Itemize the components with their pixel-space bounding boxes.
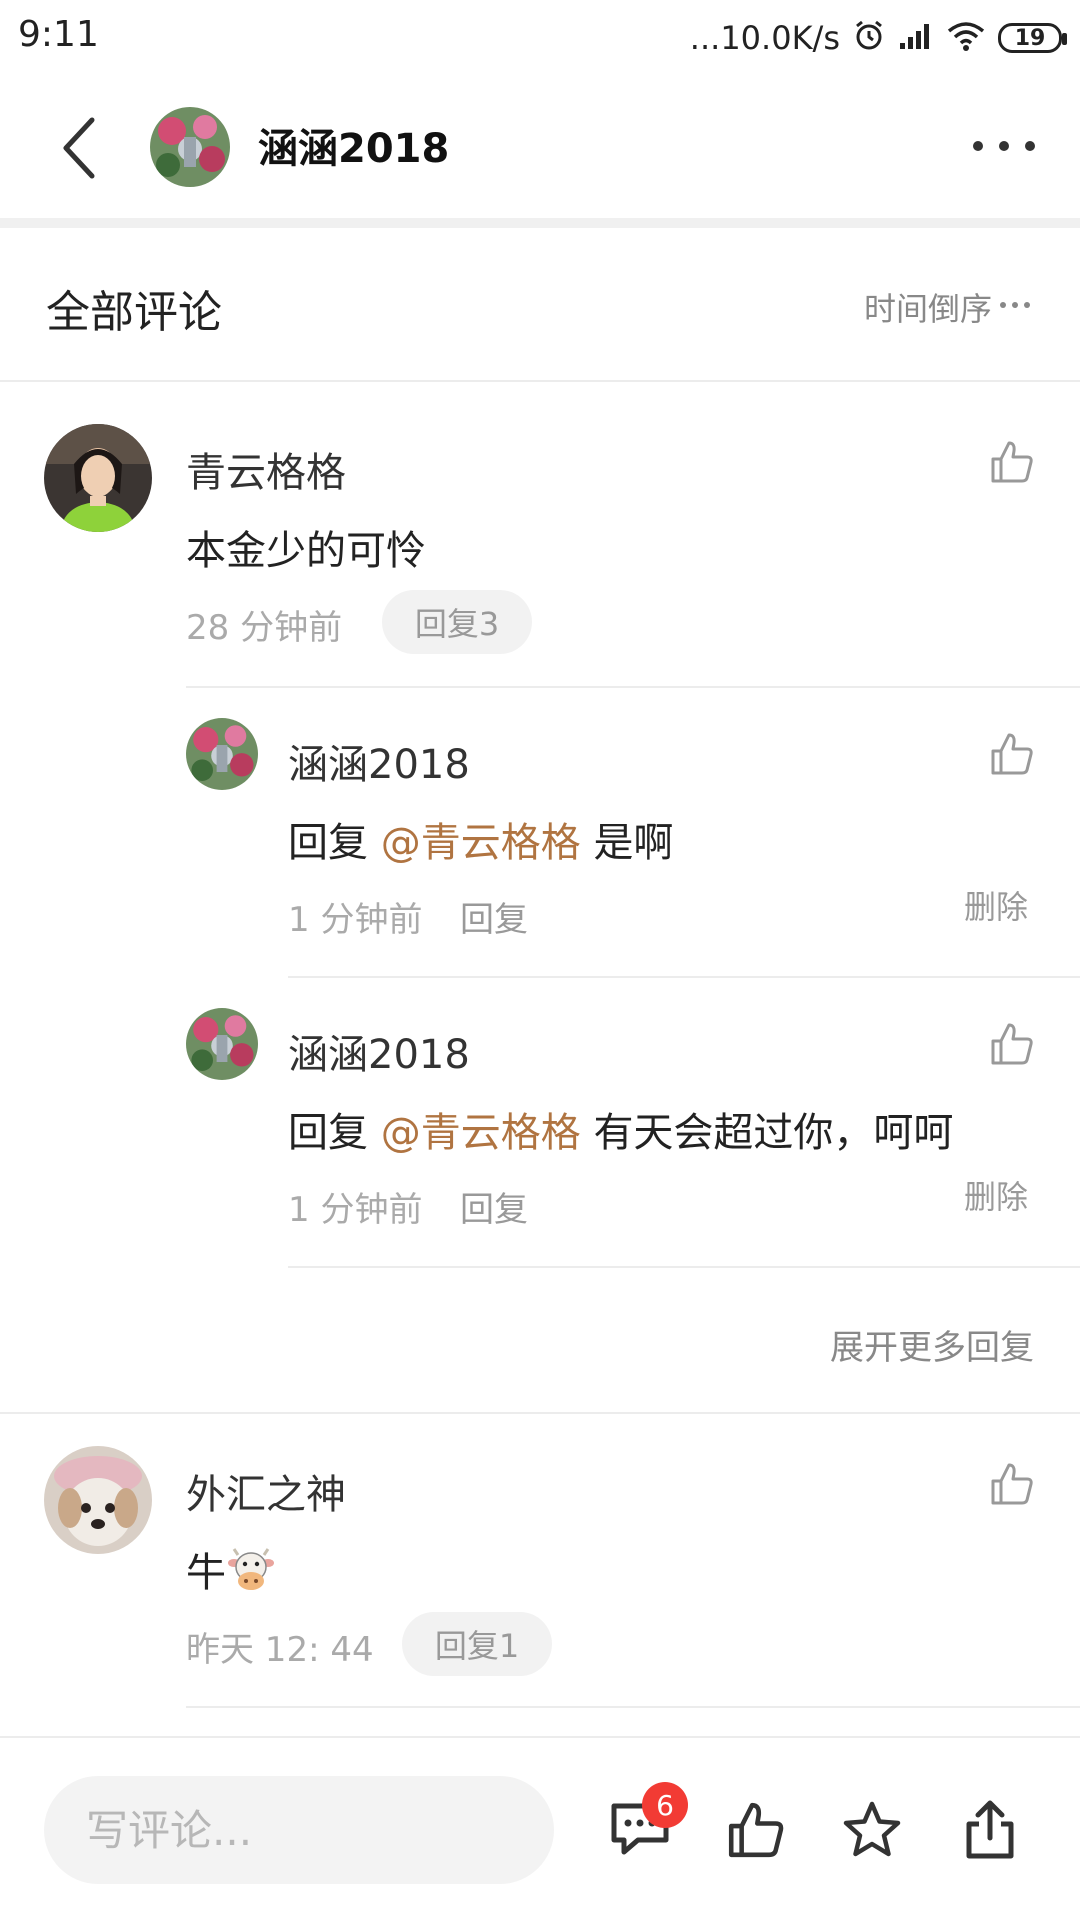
reply-count-button[interactable]: 回复3 [382, 590, 532, 654]
share-button[interactable] [950, 1790, 1030, 1870]
more-options-button[interactable] [964, 126, 1044, 166]
comments-button[interactable]: 6 [600, 1782, 688, 1870]
like-button[interactable] [982, 1454, 1042, 1514]
comment-detail-page: 9:11 ...10.0K/s 19 涵涵2018 全部评论 时间倒序 青云格格… [0, 0, 1080, 1920]
reply-username[interactable]: 涵涵2018 [288, 1022, 470, 1080]
thumbs-up-icon [991, 1463, 1033, 1505]
top-nav-bar: 涵涵2018 [0, 76, 1080, 218]
section-divider [0, 218, 1080, 228]
bottom-action-bar: 6 [0, 1736, 1080, 1920]
like-article-button[interactable] [716, 1790, 796, 1870]
thumbs-up-icon [728, 1802, 784, 1858]
commenter-avatar[interactable] [44, 1446, 152, 1554]
back-button[interactable] [42, 106, 114, 190]
write-comment-input[interactable] [44, 1776, 554, 1884]
ellipsis-icon [1000, 302, 1030, 308]
reply-time: 1 分钟前 [288, 900, 423, 940]
divider [186, 1706, 1080, 1708]
reply-avatar[interactable] [186, 1008, 258, 1080]
reply-text: 回复 @青云格格 是啊 [288, 810, 673, 868]
reply-prefix: 回复 [288, 820, 368, 866]
comment-text: 本金少的可怜 [186, 528, 426, 574]
like-button[interactable] [982, 1014, 1042, 1074]
reply-prefix: 回复 [288, 1110, 368, 1156]
comments-header-title: 全部评论 [46, 287, 222, 338]
comment-time: 昨天 12: 44 [186, 1630, 374, 1670]
divider [0, 380, 1080, 382]
star-icon [843, 1801, 901, 1857]
comment-text: 牛 [186, 1540, 274, 1603]
reply-avatar[interactable] [186, 718, 258, 790]
comment-time: 28 分钟前 [186, 608, 343, 648]
thumbs-up-icon [991, 441, 1033, 483]
divider [186, 686, 1080, 688]
battery-icon: 19 [998, 23, 1067, 53]
signal-icon [898, 21, 934, 55]
thumbs-up-icon [991, 1023, 1033, 1065]
divider [288, 1266, 1080, 1268]
reply-button[interactable]: 回复 [460, 892, 528, 941]
commenter-avatar[interactable] [44, 424, 152, 532]
chevron-left-icon [63, 117, 95, 179]
alarm-icon [852, 19, 886, 57]
status-bar: 9:11 ...10.0K/s 19 [0, 0, 1080, 76]
comment-username[interactable]: 青云格格 [186, 440, 346, 498]
favorite-button[interactable] [832, 1790, 912, 1870]
author-avatar[interactable] [150, 107, 230, 187]
network-speed: ...10.0K/s [689, 19, 840, 57]
reply-body: 是啊 [593, 820, 674, 866]
like-button[interactable] [982, 724, 1042, 784]
reply-text: 回复 @青云格格 有天会超过你，呵呵 [288, 1100, 953, 1158]
reply-body: 有天会超过你，呵呵 [593, 1110, 954, 1156]
page-title: 涵涵2018 [258, 126, 450, 172]
divider [288, 976, 1080, 978]
share-icon [966, 1800, 1014, 1859]
cow-face-emoji-icon [228, 1547, 274, 1603]
reply-count-button[interactable]: 回复1 [402, 1612, 552, 1676]
comment-username[interactable]: 外汇之神 [186, 1462, 346, 1520]
like-button[interactable] [982, 432, 1042, 492]
wifi-icon [946, 20, 986, 56]
comments-header: 全部评论 时间倒序 [0, 228, 1080, 380]
divider [0, 1412, 1080, 1414]
mention-link[interactable]: @青云格格 [381, 820, 581, 866]
expand-more-replies-button[interactable]: 展开更多回复 [830, 1320, 1034, 1369]
status-time: 9:11 [18, 14, 99, 55]
more-dots-icon [973, 141, 1035, 151]
reply-username[interactable]: 涵涵2018 [288, 732, 470, 790]
sort-order-button[interactable]: 时间倒序 [864, 284, 1032, 330]
reply-button[interactable]: 回复 [460, 1182, 528, 1231]
delete-button[interactable]: 删除 [964, 1172, 1028, 1218]
reply-time: 1 分钟前 [288, 1190, 423, 1230]
mention-link[interactable]: @青云格格 [381, 1110, 581, 1156]
thumbs-up-icon [991, 733, 1033, 775]
status-indicators: ...10.0K/s 19 [689, 14, 1067, 62]
comment-body: 牛 [186, 1550, 226, 1596]
sort-order-label: 时间倒序 [863, 290, 992, 328]
delete-button[interactable]: 删除 [964, 882, 1028, 928]
comment-count-badge: 6 [642, 1782, 688, 1828]
